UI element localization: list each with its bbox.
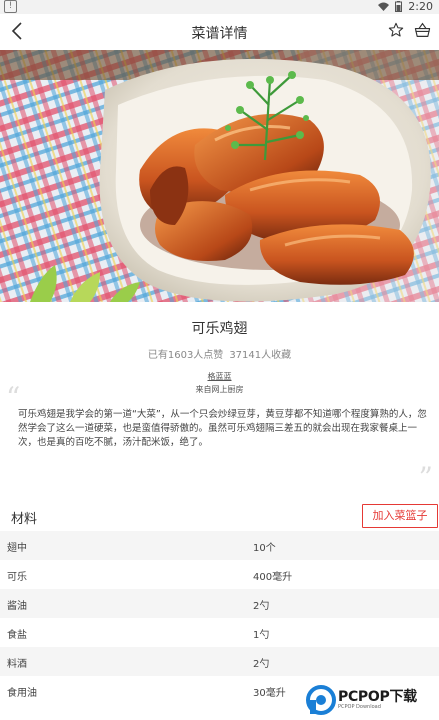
author-name[interactable]: 格蓝蓝 [0, 371, 439, 382]
close-quote-icon: ” [418, 461, 433, 494]
top-bar: 菜谱详情 [0, 14, 439, 51]
favorites-count: 37141人收藏 [229, 350, 292, 361]
ingredient-amount: 2勺 [253, 659, 270, 670]
ingredient-amount: 30毫升 [253, 688, 286, 699]
table-row: 酱油 2勺 [0, 589, 439, 618]
watermark-brand: PCPOP下载 [338, 689, 417, 705]
watermark-sub: PCPOP Download [338, 704, 381, 710]
dish-stats: 已有1603人点赞 37141人收藏 [0, 346, 439, 361]
dish-info: 可乐鸡翅 已有1603人点赞 37141人收藏 格蓝蓝 来自网上厨房 [0, 318, 439, 395]
status-bar: ! 2:20 [0, 0, 439, 14]
pcpop-logo-icon [306, 685, 336, 715]
add-to-basket-button[interactable]: 加入菜篮子 [362, 504, 438, 528]
dish-photo [0, 50, 439, 302]
page-title: 菜谱详情 [191, 26, 248, 42]
author-source: 来自网上厨房 [195, 385, 244, 394]
table-row: 可乐 400毫升 [0, 560, 439, 589]
table-row: 翅中 10个 [0, 531, 439, 560]
status-time: 2:20 [408, 0, 433, 13]
ingredient-amount: 2勺 [253, 601, 270, 612]
star-icon[interactable] [388, 22, 404, 38]
wifi-icon [378, 2, 390, 11]
dish-name: 可乐鸡翅 [191, 321, 248, 337]
battery-icon [395, 1, 403, 12]
materials-title: 材料 [11, 512, 38, 527]
ingredient-amount: 1勺 [253, 630, 270, 641]
ingredient-name: 可乐 [7, 572, 27, 583]
ingredient-name: 酱油 [7, 601, 27, 612]
ingredient-name: 翅中 [7, 543, 27, 554]
warning-icon: ! [4, 0, 17, 13]
materials-table: 翅中 10个 可乐 400毫升 酱油 2勺 食盐 1勺 料酒 2勺 食用油 30… [0, 531, 439, 705]
open-quote-icon: “ [6, 381, 21, 414]
watermark: PCPOP下载 PCPOP Download [302, 681, 438, 720]
table-row: 食盐 1勺 [0, 618, 439, 647]
likes-count: 已有1603人点赞 [147, 350, 224, 361]
basket-icon[interactable] [414, 22, 431, 38]
table-row: 料酒 2勺 [0, 647, 439, 676]
dish-description: 可乐鸡翅是我学会的第一道“大菜”，从一个只会炒绿豆芽，黄豆芽都不知道哪个程度算熟… [18, 409, 427, 448]
ingredient-amount: 400毫升 [253, 572, 293, 583]
ingredient-name: 食用油 [7, 688, 37, 699]
ingredient-name: 料酒 [7, 659, 27, 670]
ingredient-name: 食盐 [7, 630, 27, 641]
status-icons: 2:20 [378, 0, 433, 13]
ingredient-amount: 10个 [253, 543, 276, 554]
